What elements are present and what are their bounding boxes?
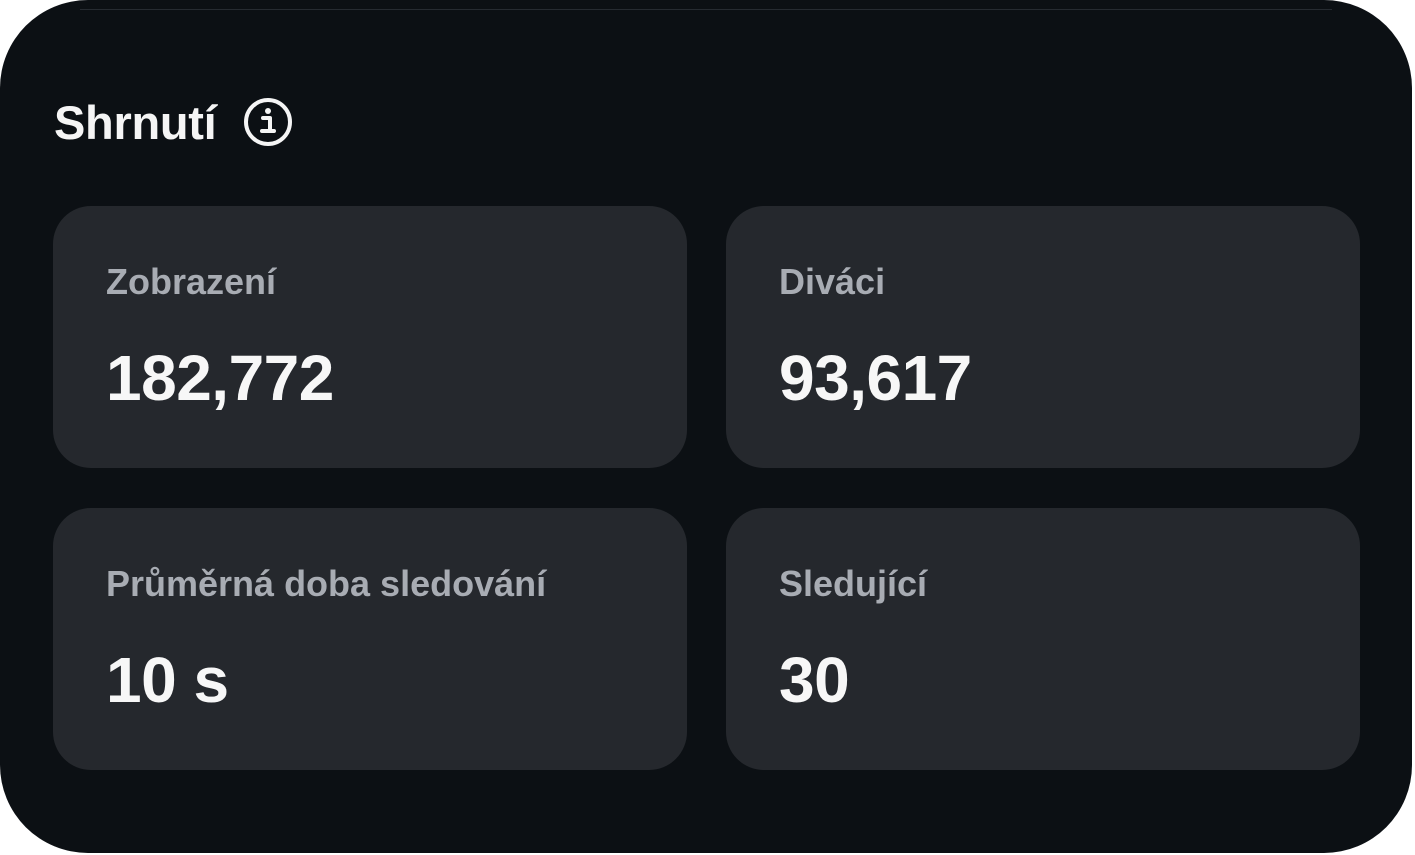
- stat-label: Zobrazení: [106, 261, 277, 302]
- stat-label: Diváci: [779, 261, 886, 302]
- stat-value: 10 s: [106, 644, 229, 716]
- stat-value: 93,617: [779, 342, 972, 414]
- summary-panel: Shrnutí Zobrazení 182,772 Diváci 93,617 …: [0, 0, 1412, 853]
- stat-value: 182,772: [106, 342, 334, 414]
- stat-label: Sledující: [779, 563, 928, 604]
- summary-title: Shrnutí: [54, 95, 217, 149]
- info-icon[interactable]: [243, 97, 293, 147]
- stat-card-followers: Sledující 30: [726, 508, 1360, 770]
- stat-label: Průměrná doba sledování: [106, 563, 547, 604]
- stat-value: 30: [779, 644, 850, 716]
- summary-header: Shrnutí: [54, 94, 293, 150]
- stat-card-views: Zobrazení 182,772: [53, 206, 687, 468]
- stat-card-viewers: Diváci 93,617: [726, 206, 1360, 468]
- top-divider: [80, 9, 1332, 10]
- stat-card-average-watch-time: Průměrná doba sledování 10 s: [53, 508, 687, 770]
